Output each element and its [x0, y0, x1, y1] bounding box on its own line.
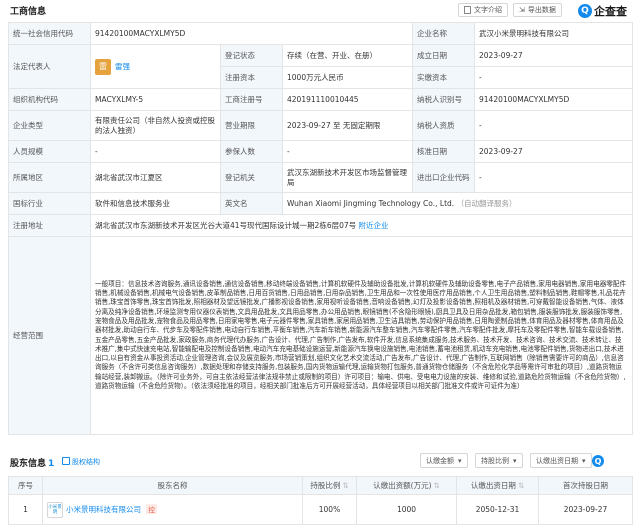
control-badge: 控: [146, 503, 157, 514]
business-term: 2023-09-27 至 无固定期限: [281, 110, 414, 141]
shareholder-cell: 小米景明 小米景明科技有限公司 控: [42, 494, 303, 525]
label: 人员规模: [8, 140, 91, 163]
industry: 软件和信息技术服务业: [90, 192, 221, 215]
sort-icon: ⇅: [517, 481, 525, 490]
address: 湖北省武汉市东湖新技术开发区光谷大道41号现代国际设计城一期2栋6层07号: [95, 220, 357, 230]
shareholders-header: 股东信息 1 股权结构 认缴金额 ▾ 持股比例 ▾ 认缴出资日期 ▾ Q: [0, 450, 640, 472]
label: 纳税人识别号: [412, 88, 476, 111]
equity-structure-icon: [62, 457, 70, 465]
business-info-table: 统一社会信用代码 91420100MACYXLMY5D 企业名称 武汉小米景明科…: [8, 22, 634, 435]
label: 英文名: [220, 192, 283, 215]
approve-date: 2023-09-27: [474, 140, 634, 163]
company-type: 有限责任公司（非自然人投资或控股的法人独资）: [90, 110, 221, 141]
label: 注册地址: [8, 214, 91, 237]
first-holding-date: 2023-09-27: [538, 494, 633, 525]
column-header-sortable[interactable]: 持股比例 ⇅: [302, 476, 357, 495]
company-logo: 小米景明: [47, 501, 63, 518]
equity-structure-link[interactable]: 股权结构: [72, 457, 100, 467]
sort-icon: ⇅: [433, 481, 440, 490]
company-name: 武汉小米景明科技有限公司: [474, 22, 634, 45]
import-export-code: -: [474, 162, 634, 193]
column-header: 序号: [8, 476, 43, 495]
label: 成立日期: [412, 44, 476, 67]
reg-capital: 1000万元人民币: [281, 66, 414, 89]
label: 注册资本: [220, 66, 283, 89]
chevron-down-icon: ▾: [513, 456, 517, 465]
qcc-logo-icon: Q: [578, 4, 592, 18]
est-date: 2023-09-27: [474, 44, 634, 67]
credit-code: 91420100MACYXLMY5D: [89, 22, 414, 45]
english-name: Wuhan Xiaomi Jingming Technology Co., Lt…: [287, 198, 455, 208]
insured-count: -: [281, 140, 414, 163]
nearby-companies-link[interactable]: 附近企业: [359, 221, 389, 230]
holding-ratio: 100%: [302, 494, 357, 525]
biz-reg-no: 420191110010445: [281, 88, 414, 111]
holding-ratio-dropdown[interactable]: 持股比例 ▾: [475, 453, 523, 468]
shareholder-name-link[interactable]: 小米景明科技有限公司: [66, 505, 141, 514]
export-data-button[interactable]: ⇲ 导出数据: [513, 3, 562, 17]
label: 登记机关: [220, 162, 283, 193]
subscribed-date: 2050-12-31: [456, 494, 539, 525]
label: 企业类型: [8, 110, 91, 141]
label: 经营范围: [8, 236, 91, 435]
legal-rep-cell: 雷雷强: [90, 44, 221, 89]
label: 统一社会信用代码: [8, 22, 91, 45]
section-title: 工商信息: [10, 6, 47, 17]
label: 所属地区: [8, 162, 91, 193]
label: 企业名称: [412, 22, 476, 45]
reg-authority: 武汉东湖新技术开发区市场监督管理局: [281, 162, 414, 193]
qcc-logo: Q: [592, 455, 606, 467]
row-index: 1: [8, 494, 43, 525]
label: 纳税人资质: [412, 110, 476, 141]
text-intro-button[interactable]: 文字介绍: [458, 3, 508, 17]
qcc-logo-icon: Q: [592, 455, 604, 467]
taxpayer-id: 91420100MACYXLMY5D: [474, 88, 634, 111]
label: 参保人数: [220, 140, 283, 163]
legal-rep-link[interactable]: 雷强: [115, 62, 130, 71]
shareholders-table: 序号 股东名称 持股比例 ⇅ 认缴出资额(万元) ⇅ 认缴出资日期 ⇅ 首次持股日期 …: [8, 476, 633, 525]
staff-size: -: [90, 140, 221, 163]
subscribed-amount-dropdown[interactable]: 认缴金额 ▾: [420, 453, 468, 468]
table-row: 1 小米景明 小米景明科技有限公司 控 100% 1000 2050-12-31 …: [8, 494, 633, 525]
label: 营业期限: [220, 110, 283, 141]
chevron-down-icon: ▾: [458, 456, 462, 465]
qualification: -: [474, 110, 634, 141]
reg-status: 存续（在营、开业、在册）: [281, 44, 414, 67]
avatar: 雷: [95, 58, 111, 75]
column-header-sortable[interactable]: 认缴出资日期 ⇅: [456, 476, 539, 495]
address-cell: 湖北省武汉市东湖新技术开发区光谷大道41号现代国际设计城一期2栋6层07号 附近…: [89, 214, 634, 237]
column-header-sortable[interactable]: 认缴出资额(万元) ⇅: [356, 476, 457, 495]
export-icon: ⇲: [519, 6, 525, 14]
org-code: MACYXLMY-5: [90, 88, 221, 111]
translate-note: （自动翻译服务）: [456, 198, 517, 208]
paid-capital: -: [474, 66, 634, 89]
shareholders-title: 股东信息 1: [10, 459, 55, 469]
column-header: 首次持股日期: [538, 476, 633, 495]
label: 工商注册号: [220, 88, 283, 111]
label: 进出口企业代码: [412, 162, 476, 193]
business-scope: 一般项目：信息技术咨询服务,通讯设备销售,通信设备销售,移动终端设备销售,计算机…: [89, 236, 634, 435]
doc-icon: [464, 6, 471, 14]
label: 核准日期: [412, 140, 476, 163]
subscribed-amount: 1000: [356, 494, 457, 525]
column-header: 股东名称: [42, 476, 303, 495]
qcc-logo: Q 企查查: [578, 3, 627, 19]
shareholders-count: 1: [48, 459, 55, 469]
subscribe-date-dropdown[interactable]: 认缴出资日期 ▾: [530, 453, 592, 468]
region: 湖北省武汉市江夏区: [90, 162, 221, 193]
label: 登记状态: [220, 44, 283, 67]
english-name-cell: Wuhan Xiaomi Jingming Technology Co., Lt…: [281, 192, 634, 215]
label: 实缴资本: [412, 66, 476, 89]
label: 国标行业: [8, 192, 91, 215]
chevron-down-icon: ▾: [582, 456, 586, 465]
sort-icon: ⇅: [342, 481, 349, 490]
label: 法定代表人: [8, 44, 91, 89]
label: 组织机构代码: [8, 88, 91, 111]
